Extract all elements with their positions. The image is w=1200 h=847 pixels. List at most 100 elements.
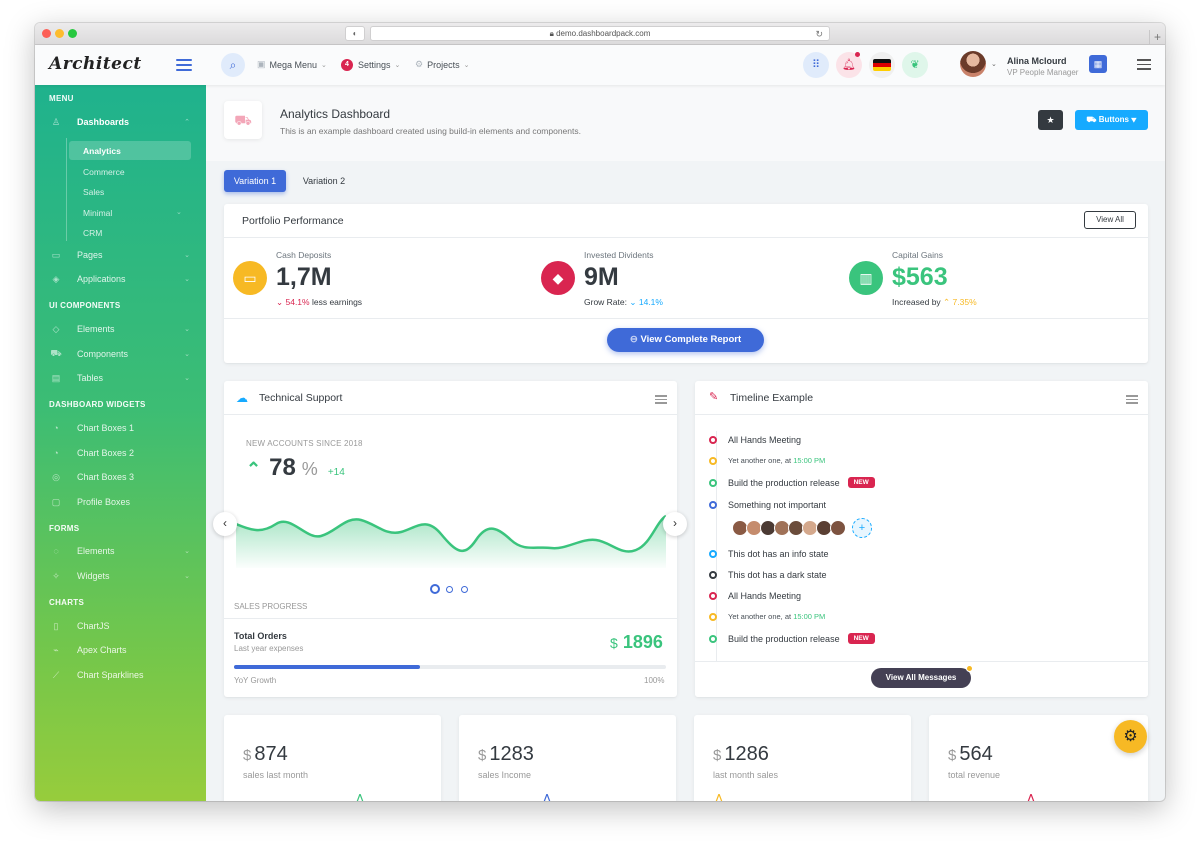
sidebar-toggle-icon[interactable]: [176, 59, 192, 74]
kpi-block: ⌃ 78 % +14: [246, 454, 345, 482]
timeline-item: Yet another one, at 15:00 PM: [709, 456, 825, 465]
search-icon[interactable]: ⌕: [221, 53, 245, 77]
stat-label: sales Income: [478, 770, 532, 780]
divider: [224, 414, 677, 415]
orders-number: 1896: [622, 632, 663, 652]
page-title-area: ⛟ Analytics Dashboard This is an example…: [206, 85, 1165, 161]
gift-icon: ▣: [257, 59, 266, 69]
sidebar-item-chart-boxes-2[interactable]: ◔ Chart Boxes 2: [49, 443, 195, 463]
privacy-shield-icon[interactable]: ◐: [345, 26, 365, 41]
timeline-dot: [709, 456, 717, 465]
menu-icon[interactable]: [1137, 59, 1151, 73]
sidebar-item-commerce[interactable]: Commerce: [83, 167, 125, 177]
orders-subtitle: Last year expenses: [234, 644, 304, 653]
sidebar-item-profile-boxes[interactable]: ▢ Profile Boxes: [49, 492, 195, 512]
buttons-label: Buttons: [1098, 115, 1129, 124]
metric-note: less earnings: [311, 297, 363, 307]
view-complete-report-button[interactable]: ⊖ View Complete Report: [607, 328, 764, 352]
card-menu-icon[interactable]: [655, 395, 667, 406]
chevron-up-icon: ⌃: [184, 119, 190, 126]
sidebar-item-chart-boxes-1[interactable]: ◔ Chart Boxes 1: [49, 418, 195, 438]
user-avatar[interactable]: [960, 51, 986, 77]
sidebar-item-dashboards[interactable]: ♙ Dashboards ⌃: [49, 112, 195, 132]
sidebar-item-applications[interactable]: ◈ Applications ⌄: [49, 269, 195, 289]
ecology-icon[interactable]: ❦: [902, 52, 928, 78]
close-window-button[interactable]: [42, 29, 51, 38]
view-all-button[interactable]: View All: [1084, 211, 1136, 229]
sidebar-item-apex-charts[interactable]: ⌁ Apex Charts: [49, 640, 195, 660]
sidebar-item-tables[interactable]: ▤ Tables ⌄: [49, 368, 195, 388]
stat-card: $1283 sales Income: [459, 715, 676, 801]
language-flag-icon[interactable]: [869, 52, 895, 78]
reload-icon[interactable]: ↻: [815, 27, 823, 41]
sidebar-item-chart-boxes-3[interactable]: ◎ Chart Boxes 3: [49, 467, 195, 487]
app-logo[interactable]: Architect: [49, 54, 142, 74]
sidebar-item-label: ChartJS: [77, 621, 110, 631]
metric-prefix: Increased by: [892, 297, 941, 307]
display-icon: ▤: [51, 372, 61, 383]
tab-variation-1[interactable]: Variation 1: [224, 170, 286, 192]
logo-area: Architect: [35, 45, 205, 85]
chevron-right-icon[interactable]: ›: [663, 512, 687, 536]
status-dot: [966, 665, 973, 672]
sidebar-item-chartjs[interactable]: ▯ ChartJS: [49, 616, 195, 636]
new-badge: NEW: [847, 633, 875, 644]
stat-number: 1286: [724, 743, 769, 765]
sidebar-item-components[interactable]: ⛟ Components ⌄: [49, 344, 195, 364]
card-title: Timeline Example: [730, 392, 814, 404]
apps-grid-icon[interactable]: ⠿: [803, 52, 829, 78]
view-all-messages-button[interactable]: View All Messages: [871, 668, 971, 688]
add-avatar-icon[interactable]: +: [852, 518, 872, 538]
sparkline-icon: [715, 794, 723, 801]
metric-value: 9M: [584, 263, 619, 291]
sidebar-item-label: Applications: [77, 274, 126, 284]
buttons-dropdown[interactable]: ⛟ Buttons ▾: [1075, 110, 1148, 130]
sidebar-item-sales[interactable]: Sales: [83, 187, 104, 197]
sidebar-item-label: Chart Boxes 1: [77, 423, 135, 433]
avatar[interactable]: [830, 520, 846, 536]
tab-variation-2[interactable]: Variation 2: [295, 170, 353, 192]
sidebar-item-pages[interactable]: ▭ Pages ⌄: [49, 245, 195, 265]
graph-icon: ▯: [53, 620, 59, 631]
carousel-dot[interactable]: [461, 586, 468, 593]
building-icon: ▥: [849, 261, 883, 295]
chevron-down-icon: ⌄: [184, 573, 190, 580]
sidebar-item-chart-sparklines[interactable]: ⟋ Chart Sparklines: [49, 665, 195, 685]
metric-value: $563: [892, 263, 948, 291]
settings-gear-icon[interactable]: ⚙︎: [1114, 720, 1147, 753]
avatar-group: +: [732, 518, 872, 538]
nav-projects[interactable]: ⚙︎ Projects ⌄: [415, 59, 469, 70]
carousel-dot-active[interactable]: [430, 584, 440, 594]
paint-brush-icon: ✎: [709, 391, 719, 403]
sidebar: MENU ♙ Dashboards ⌃ Analytics Commerce S…: [35, 85, 206, 801]
chevron-down-icon: ⌄: [394, 62, 401, 69]
star-button[interactable]: ★: [1038, 110, 1063, 130]
chevron-down-icon[interactable]: ⌄: [991, 60, 997, 68]
sidebar-item-crm[interactable]: CRM: [83, 228, 102, 238]
maximize-window-button[interactable]: [68, 29, 77, 38]
sidebar-item-elements[interactable]: ◇ Elements ⌄: [49, 319, 195, 339]
nav-mega-menu[interactable]: ▣ Mega Menu ⌄: [257, 59, 327, 70]
nav-mega-menu-label: Mega Menu: [269, 59, 318, 70]
diamond-icon: ◇: [52, 323, 60, 334]
minimize-window-button[interactable]: [55, 29, 64, 38]
calendar-icon[interactable]: ▦: [1089, 55, 1107, 73]
timeline-dot: [709, 571, 717, 579]
nav-settings[interactable]: 4 Settings ⌄: [341, 59, 400, 71]
address-bar[interactable]: 🔒︎ demo.dashboardpack.com ↻: [370, 26, 830, 41]
metric-label: Capital Gains: [892, 250, 944, 260]
card-menu-icon[interactable]: [1126, 395, 1138, 406]
new-tab-button[interactable]: +: [1149, 30, 1165, 45]
carousel-dot[interactable]: [446, 586, 453, 593]
chevron-down-icon: ⌄: [184, 548, 190, 555]
sidebar-item-minimal[interactable]: Minimal: [83, 208, 112, 218]
sidebar-item-label: Tables: [77, 373, 104, 383]
timeline-item: Yet another one, at 15:00 PM: [709, 612, 825, 621]
divider: [224, 618, 677, 619]
sidebar-item-form-elements[interactable]: ◌ Elements ⌄: [49, 541, 195, 561]
metric-label: Invested Dividents: [584, 250, 654, 260]
page-subtitle: This is an example dashboard created usi…: [280, 126, 581, 136]
chevron-left-icon[interactable]: ‹: [213, 512, 237, 536]
sidebar-item-widgets[interactable]: ✧ Widgets ⌄: [49, 566, 195, 586]
user-name: Alina Mclourd: [1007, 56, 1067, 66]
